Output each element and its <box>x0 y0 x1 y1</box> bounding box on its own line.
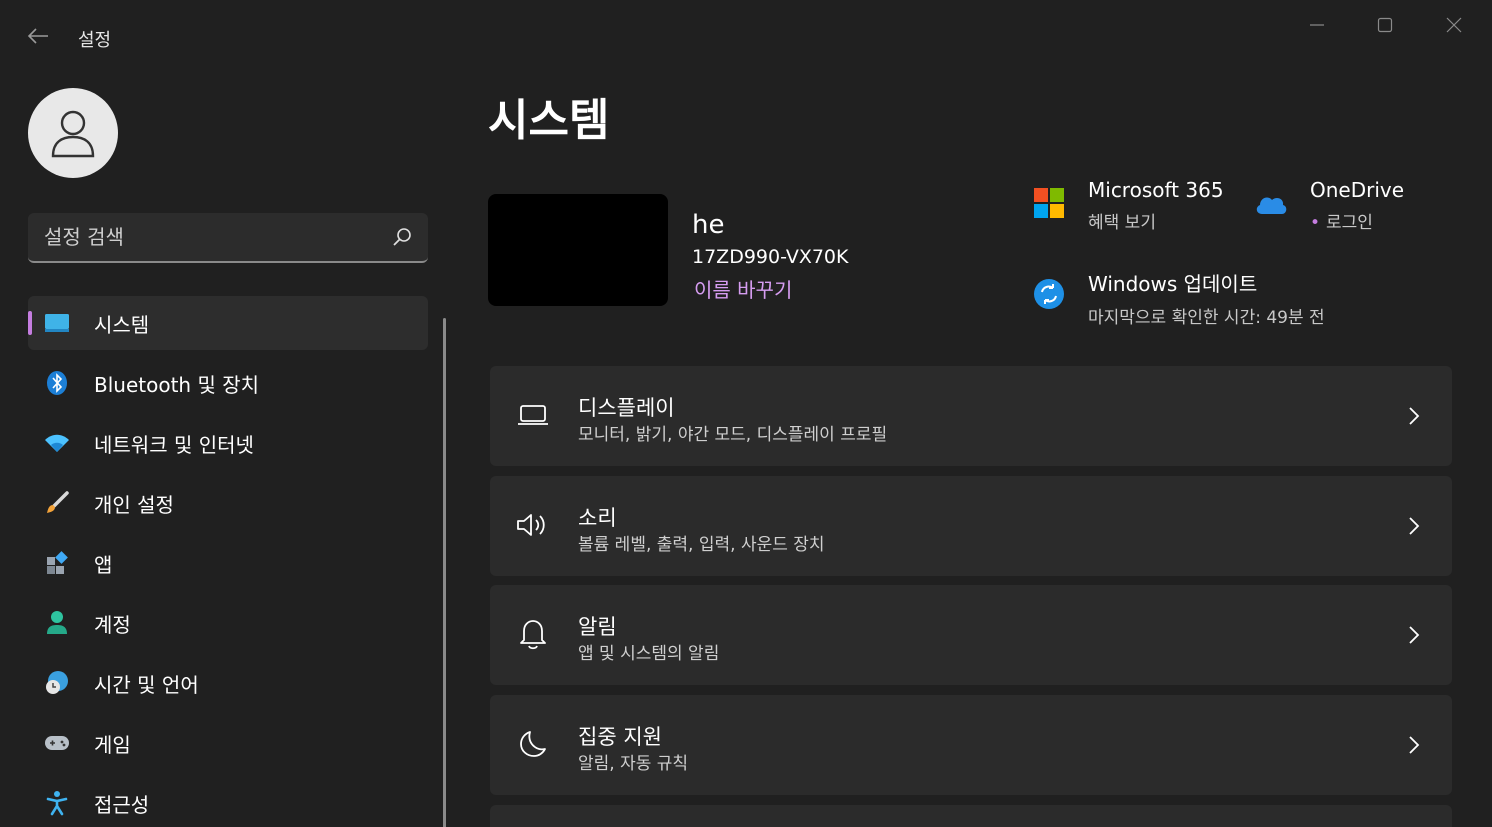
search-icon[interactable] <box>392 227 412 247</box>
minimize-button[interactable] <box>1294 8 1340 42</box>
card-subtitle: 모니터, 밝기, 야간 모드, 디스플레이 프로필 <box>578 425 888 445</box>
card-title: 집중 지원 <box>578 725 662 749</box>
windows-update-tile-icon-wrap[interactable] <box>1033 278 1065 314</box>
sidebar-nav: 시스템 Bluetooth 및 장치 네트워크 및 인터넷 개인 설정 앱 계정… <box>28 296 428 827</box>
laptop-icon <box>516 398 550 432</box>
sidebar-item-time-language[interactable]: 시간 및 언어 <box>28 656 428 710</box>
onedrive-signin[interactable]: • 로그인 <box>1310 208 1404 233</box>
next-card-partial[interactable] <box>490 805 1452 827</box>
back-button[interactable] <box>22 22 54 50</box>
account-icon <box>44 610 70 636</box>
minimize-icon <box>1310 24 1324 26</box>
sidebar-item-accounts[interactable]: 계정 <box>28 596 428 650</box>
search-input[interactable] <box>44 223 374 251</box>
onedrive-tile[interactable]: OneDrive • 로그인 <box>1310 178 1404 233</box>
sidebar-item-label: 접근성 <box>94 792 150 817</box>
card-title: 소리 <box>578 506 617 530</box>
microsoft-365-link[interactable]: 혜택 보기 <box>1088 208 1224 233</box>
sidebar-item-label: Bluetooth 및 장치 <box>94 372 260 397</box>
onedrive-cloud-icon <box>1256 197 1287 214</box>
user-avatar[interactable] <box>28 88 118 178</box>
notifications-card[interactable]: 알림 앱 및 시스템의 알림 <box>490 585 1452 685</box>
microsoft-365-title: Microsoft 365 <box>1088 178 1224 202</box>
device-thumbnail <box>488 194 668 306</box>
user-icon <box>51 110 95 158</box>
maximize-icon <box>1377 17 1393 33</box>
sidebar-item-network[interactable]: 네트워크 및 인터넷 <box>28 416 428 470</box>
card-subtitle: 앱 및 시스템의 알림 <box>578 644 720 664</box>
sidebar-item-gaming[interactable]: 게임 <box>28 716 428 770</box>
title-bar: 설정 <box>0 0 1492 72</box>
device-name: he <box>692 210 725 240</box>
page-title: 시스템 <box>488 95 610 146</box>
monitor-icon <box>44 310 70 336</box>
windows-update-status: 마지막으로 확인한 시간: 49분 전 <box>1088 308 1325 328</box>
sidebar-item-label: 개인 설정 <box>94 492 174 517</box>
back-arrow-icon <box>27 28 48 44</box>
maximize-button[interactable] <box>1362 8 1408 42</box>
device-model: 17ZD990-VX70K <box>692 246 849 268</box>
onedrive-signin-label: 로그인 <box>1326 213 1373 233</box>
windows-update-title: Windows 업데이트 <box>1088 272 1258 296</box>
apps-icon <box>44 550 70 576</box>
sidebar-scrollbar[interactable] <box>443 318 446 827</box>
bluetooth-icon <box>44 370 70 396</box>
focus-assist-card[interactable]: 집중 지원 알림, 자동 규칙 <box>490 695 1452 795</box>
chevron-right-icon <box>1404 404 1424 428</box>
bell-icon <box>516 617 550 651</box>
settings-search[interactable] <box>28 213 428 263</box>
gamepad-icon <box>44 730 70 756</box>
rename-link[interactable]: 이름 바꾸기 <box>694 274 792 303</box>
card-subtitle: 볼륨 레벨, 출력, 입력, 사운드 장치 <box>578 535 825 555</box>
card-title: 알림 <box>578 615 617 639</box>
microsoft-365-tile[interactable]: Microsoft 365 혜택 보기 <box>1088 178 1224 233</box>
accessibility-icon <box>44 790 70 816</box>
chevron-right-icon <box>1404 514 1424 538</box>
paintbrush-icon <box>44 490 70 516</box>
moon-icon <box>516 727 550 761</box>
sidebar-item-personalization[interactable]: 개인 설정 <box>28 476 428 530</box>
onedrive-tile-icon-wrap[interactable] <box>1254 192 1288 220</box>
card-title: 디스플레이 <box>578 396 675 420</box>
globe-clock-icon <box>44 670 70 696</box>
chevron-right-icon <box>1404 733 1424 757</box>
wifi-icon <box>44 430 70 456</box>
sidebar-item-label: 네트워크 및 인터넷 <box>94 432 254 457</box>
status-dot: • <box>1310 213 1321 233</box>
sound-card[interactable]: 소리 볼륨 레벨, 출력, 입력, 사운드 장치 <box>490 476 1452 576</box>
sidebar-item-label: 계정 <box>94 612 131 637</box>
card-subtitle: 알림, 자동 규칙 <box>578 754 689 774</box>
sidebar-item-label: 시간 및 언어 <box>94 672 199 697</box>
sidebar-item-label: 앱 <box>94 552 113 577</box>
close-icon <box>1446 17 1462 33</box>
windows-update-tile[interactable]: Windows 업데이트 마지막으로 확인한 시간: 49분 전 <box>1088 268 1325 328</box>
sidebar-item-system[interactable]: 시스템 <box>28 296 428 350</box>
active-indicator <box>28 311 32 335</box>
onedrive-title: OneDrive <box>1310 178 1405 202</box>
sidebar-item-accessibility[interactable]: 접근성 <box>28 776 428 827</box>
chevron-right-icon <box>1404 623 1424 647</box>
sidebar-item-label: 시스템 <box>94 312 150 337</box>
app-title: 설정 <box>78 30 112 51</box>
sidebar-item-bluetooth[interactable]: Bluetooth 및 장치 <box>28 356 428 410</box>
windows-update-icon <box>1034 279 1064 309</box>
display-card[interactable]: 디스플레이 모니터, 밝기, 야간 모드, 디스플레이 프로필 <box>490 366 1452 466</box>
speaker-icon <box>516 508 550 542</box>
settings-window: 설정 시스템 <box>0 0 1492 827</box>
sidebar-item-label: 게임 <box>94 732 131 757</box>
close-button[interactable] <box>1431 8 1477 42</box>
microsoft-logo-icon <box>1034 188 1064 218</box>
microsoft-365-tile-icon-wrap[interactable] <box>1034 188 1064 222</box>
sidebar-item-apps[interactable]: 앱 <box>28 536 428 590</box>
